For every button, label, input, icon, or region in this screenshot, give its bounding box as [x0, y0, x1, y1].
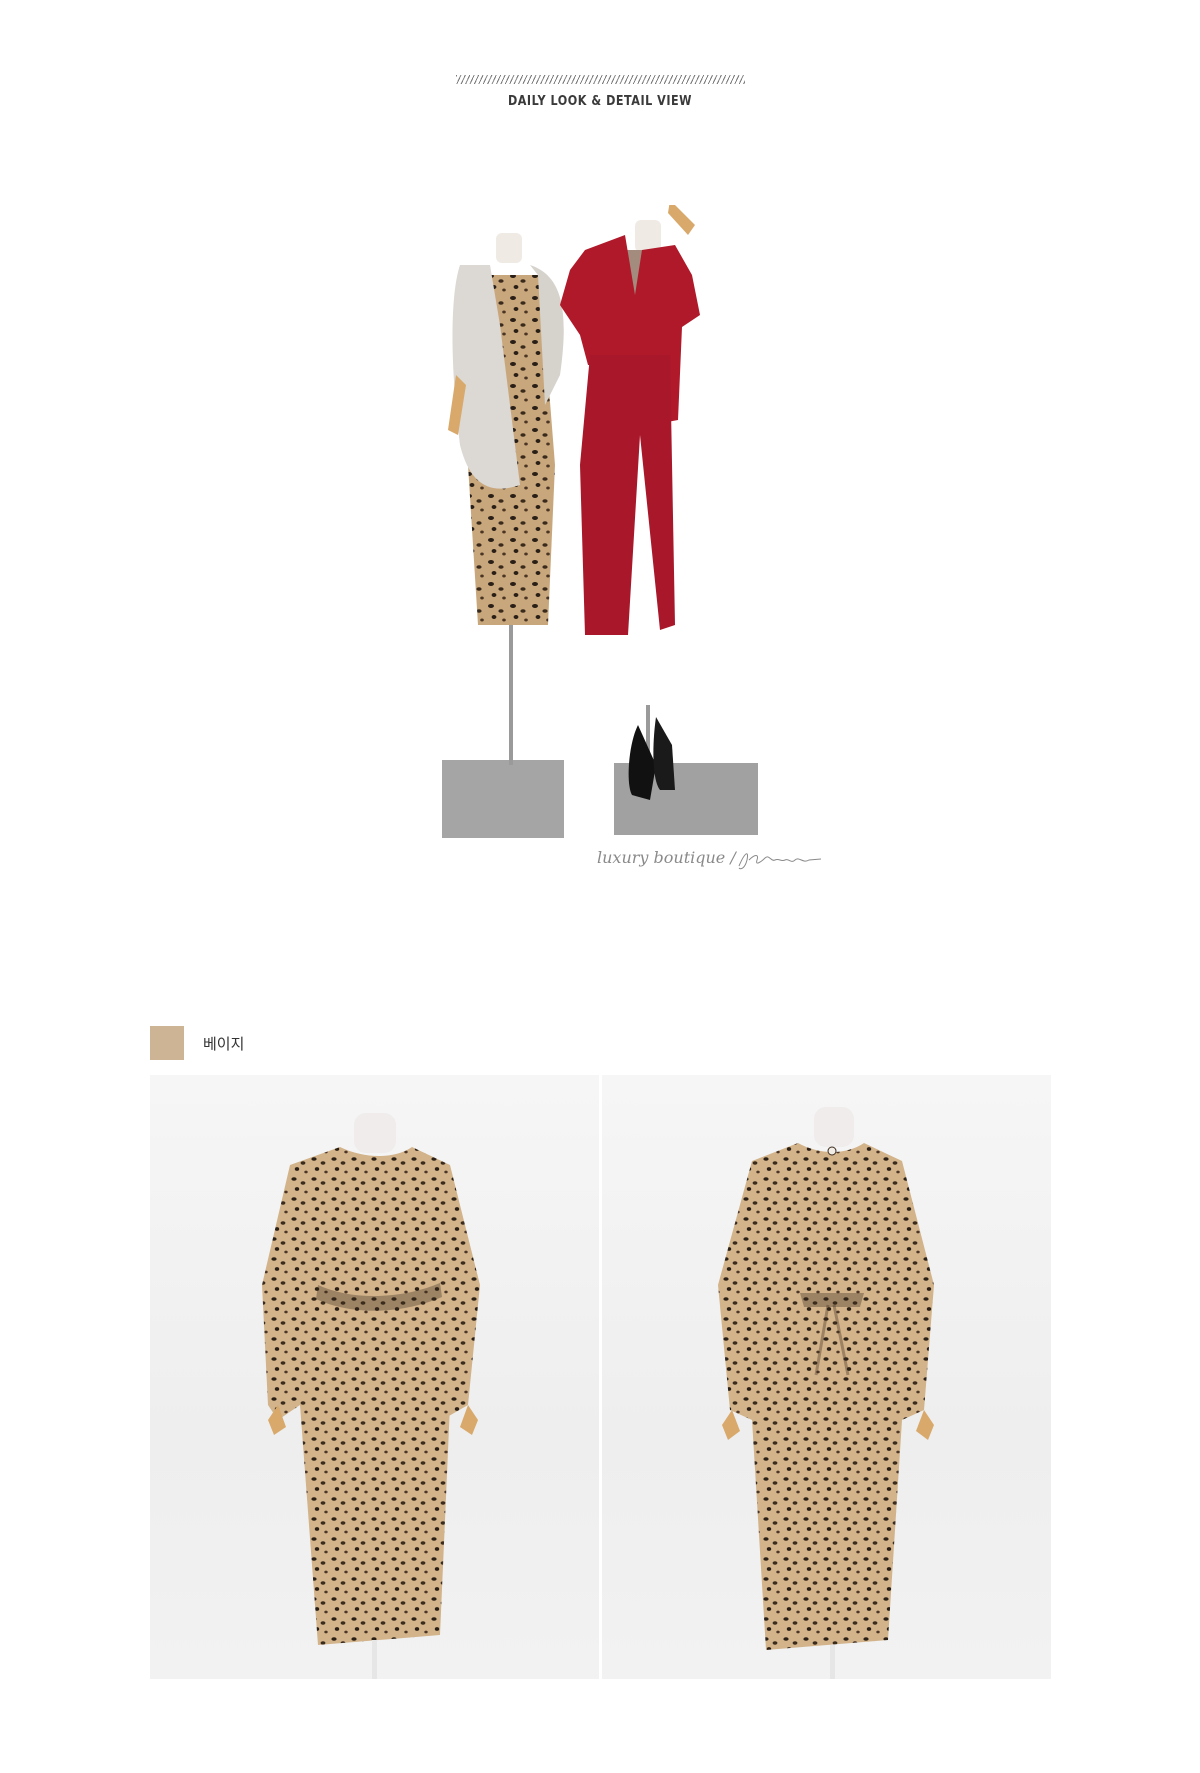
stand-base-left: [442, 760, 564, 838]
color-label: 베이지: [203, 1035, 245, 1053]
daily-look-photo: [442, 205, 758, 838]
look-caption: luxury boutique /: [597, 848, 736, 867]
product-photo-back: [602, 1075, 1051, 1679]
section-title: DAILY LOOK & DETAIL VIEW: [507, 94, 693, 109]
red-trousers: [580, 355, 675, 635]
brand-signature-logo: [738, 853, 822, 870]
stand-pole-left: [509, 605, 513, 765]
decorative-hatch-line: [456, 75, 745, 84]
product-photo-front: [150, 1075, 599, 1679]
black-heels: [628, 725, 656, 800]
color-swatch-beige: [150, 1026, 184, 1060]
